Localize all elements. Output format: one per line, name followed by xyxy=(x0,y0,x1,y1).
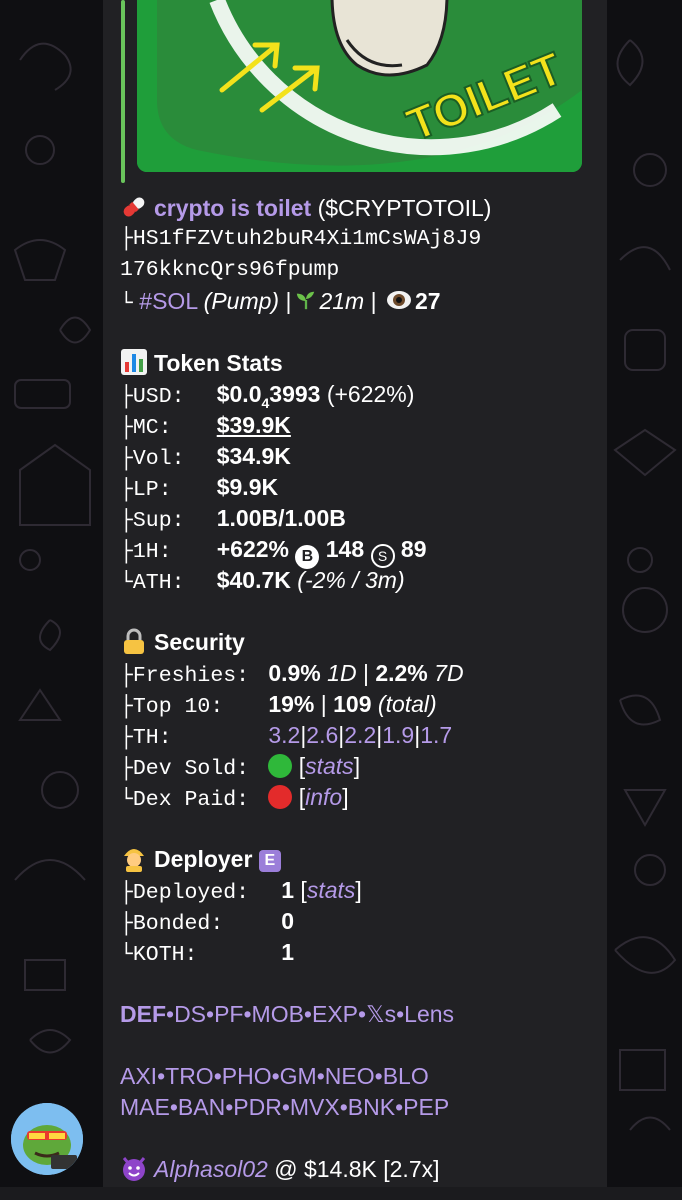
security-freshies: ├Freshies: 0.9% 1D | 2.2% 7D xyxy=(120,660,464,688)
media-preview[interactable]: TOILET xyxy=(121,0,586,183)
link-pep[interactable]: PEP xyxy=(403,1094,449,1120)
seedling-icon xyxy=(297,291,315,310)
deployer-stats-link[interactable]: stats xyxy=(307,877,356,903)
stat-mc: ├MC: $39.9K xyxy=(120,412,291,440)
token-name-link[interactable]: crypto is toilet xyxy=(154,195,311,221)
link-row-2: AXI•TRO•PHO•GM•NEO•BLO xyxy=(120,1063,429,1089)
link-mae[interactable]: MAE xyxy=(120,1094,170,1120)
platform-label: (Pump) xyxy=(203,288,280,314)
link-pf[interactable]: PF xyxy=(214,1001,243,1027)
link-exp[interactable]: EXP xyxy=(312,1001,358,1027)
token-title-row: crypto is toilet ($CRYPTOTOIL) xyxy=(120,193,600,224)
devil-icon xyxy=(122,1157,146,1181)
chain-row: └ #SOL (Pump) | 21m | 27 xyxy=(120,288,441,316)
eye-icon xyxy=(386,291,411,309)
section-title: Token Stats xyxy=(154,350,283,376)
link-gm[interactable]: GM xyxy=(280,1063,317,1089)
top-holder-link[interactable]: 1.7 xyxy=(420,722,452,748)
link-lens[interactable]: Lens xyxy=(404,1001,454,1027)
link-pho[interactable]: PHO xyxy=(222,1063,272,1089)
link-def[interactable]: DEF xyxy=(120,1001,166,1027)
pepe-avatar-image xyxy=(11,1103,83,1175)
caller-row: Alphasol02 @ $14.8K [2.7x] xyxy=(120,1154,600,1185)
red-circle-icon xyxy=(268,785,293,809)
stat-vol: ├Vol: $34.9K xyxy=(120,443,291,471)
section-title: Deployer xyxy=(154,846,253,872)
link-mob[interactable]: MOB xyxy=(252,1001,304,1027)
stat-usd: ├USD: $0.043993 (+622%) xyxy=(120,381,415,411)
link-row-1: DEF•DS•PF•MOB•EXP•𝕏s•Lens xyxy=(120,1001,455,1027)
lock-icon xyxy=(124,628,144,654)
link-xs[interactable]: 𝕏s xyxy=(366,1001,396,1027)
security-dex-paid: └Dex Paid: [info] xyxy=(120,784,349,812)
e-badge-icon: E xyxy=(258,850,281,872)
caller-name-link[interactable]: Alphasol02 xyxy=(154,1156,268,1182)
top-holder-link[interactable]: 2.6 xyxy=(306,722,338,748)
deployer-bonded: ├Bonded: 0 xyxy=(120,908,295,936)
market-cap-link[interactable]: $39.9K xyxy=(217,412,291,438)
link-ds[interactable]: DS xyxy=(174,1001,206,1027)
dex-info-link[interactable]: info xyxy=(305,784,342,810)
link-row-3: MAE•BAN•PDR•MVX•BNK•PEP xyxy=(120,1094,450,1120)
link-tro[interactable]: TRO xyxy=(165,1063,214,1089)
bar-chart-icon xyxy=(121,349,147,375)
security-dev-sold: ├Dev Sold: [stats] xyxy=(120,753,361,781)
stat-supply: ├Sup: 1.00B/1.00B xyxy=(120,505,346,533)
link-neo[interactable]: NEO xyxy=(325,1063,375,1089)
avatar[interactable] xyxy=(11,1103,83,1175)
contract-address-cont[interactable]: 176kkncQrs96fpump xyxy=(120,258,339,282)
chain-hashtag-link[interactable]: #SOL xyxy=(139,288,197,314)
link-blo[interactable]: BLO xyxy=(383,1063,429,1089)
link-ban[interactable]: BAN xyxy=(178,1094,225,1120)
message-bubble: TOILET crypto is toilet ($CRYPTOTOIL) ├H… xyxy=(103,0,607,1200)
stat-lp: ├LP: $9.9K xyxy=(120,474,279,502)
view-count: 27 xyxy=(414,288,441,314)
dev-stats-link[interactable]: stats xyxy=(305,753,354,779)
worker-icon xyxy=(124,849,144,872)
security-top10: ├Top 10: 19% | 109 (total) xyxy=(120,691,437,719)
link-axi[interactable]: AXI xyxy=(120,1063,157,1089)
token-ticker: ($CRYPTOTOIL) xyxy=(317,195,492,221)
token-image[interactable]: TOILET xyxy=(137,0,582,172)
link-pdr[interactable]: PDR xyxy=(233,1094,282,1120)
deployer-koth: └KOTH: 1 xyxy=(120,939,295,967)
message-text: crypto is toilet ($CRYPTOTOIL) ├HS1fFZVt… xyxy=(120,193,600,1185)
link-bnk[interactable]: BNK xyxy=(348,1094,395,1120)
token-age: 21m xyxy=(319,288,365,314)
contract-address[interactable]: HS1fFZVtuh2buR4Xi1mCsWAj8J9 xyxy=(133,227,481,251)
section-title: Security xyxy=(154,629,245,655)
green-circle-icon xyxy=(268,754,293,778)
deployer-deployed: ├Deployed: 1 [stats] xyxy=(120,877,362,905)
top-holder-link[interactable]: 2.2 xyxy=(344,722,376,748)
stat-1h: ├1H: +622% B 148 S 89 xyxy=(120,534,600,569)
security-th: ├TH: 3.2|2.6|2.2|1.9|1.7 xyxy=(120,722,453,750)
stat-ath: └ATH: $40.7K (-2% / 3m) xyxy=(120,567,405,595)
input-area-edge xyxy=(0,1187,682,1200)
contract-address-row-2[interactable]: 176kkncQrs96fpump xyxy=(120,255,600,286)
toilet-logo-image: TOILET xyxy=(137,0,582,172)
pill-icon xyxy=(123,197,145,217)
top-holder-link[interactable]: 1.9 xyxy=(382,722,414,748)
contract-address-row[interactable]: ├HS1fFZVtuh2buR4Xi1mCsWAj8J9 xyxy=(120,224,600,255)
reply-accent-bar xyxy=(121,0,125,183)
top-holder-link[interactable]: 3.2 xyxy=(268,722,300,748)
link-mvx[interactable]: MVX xyxy=(290,1094,340,1120)
deployer-header: Deployer E xyxy=(120,844,600,875)
security-header: Security xyxy=(120,627,600,658)
token-stats-header: Token Stats xyxy=(120,348,600,379)
